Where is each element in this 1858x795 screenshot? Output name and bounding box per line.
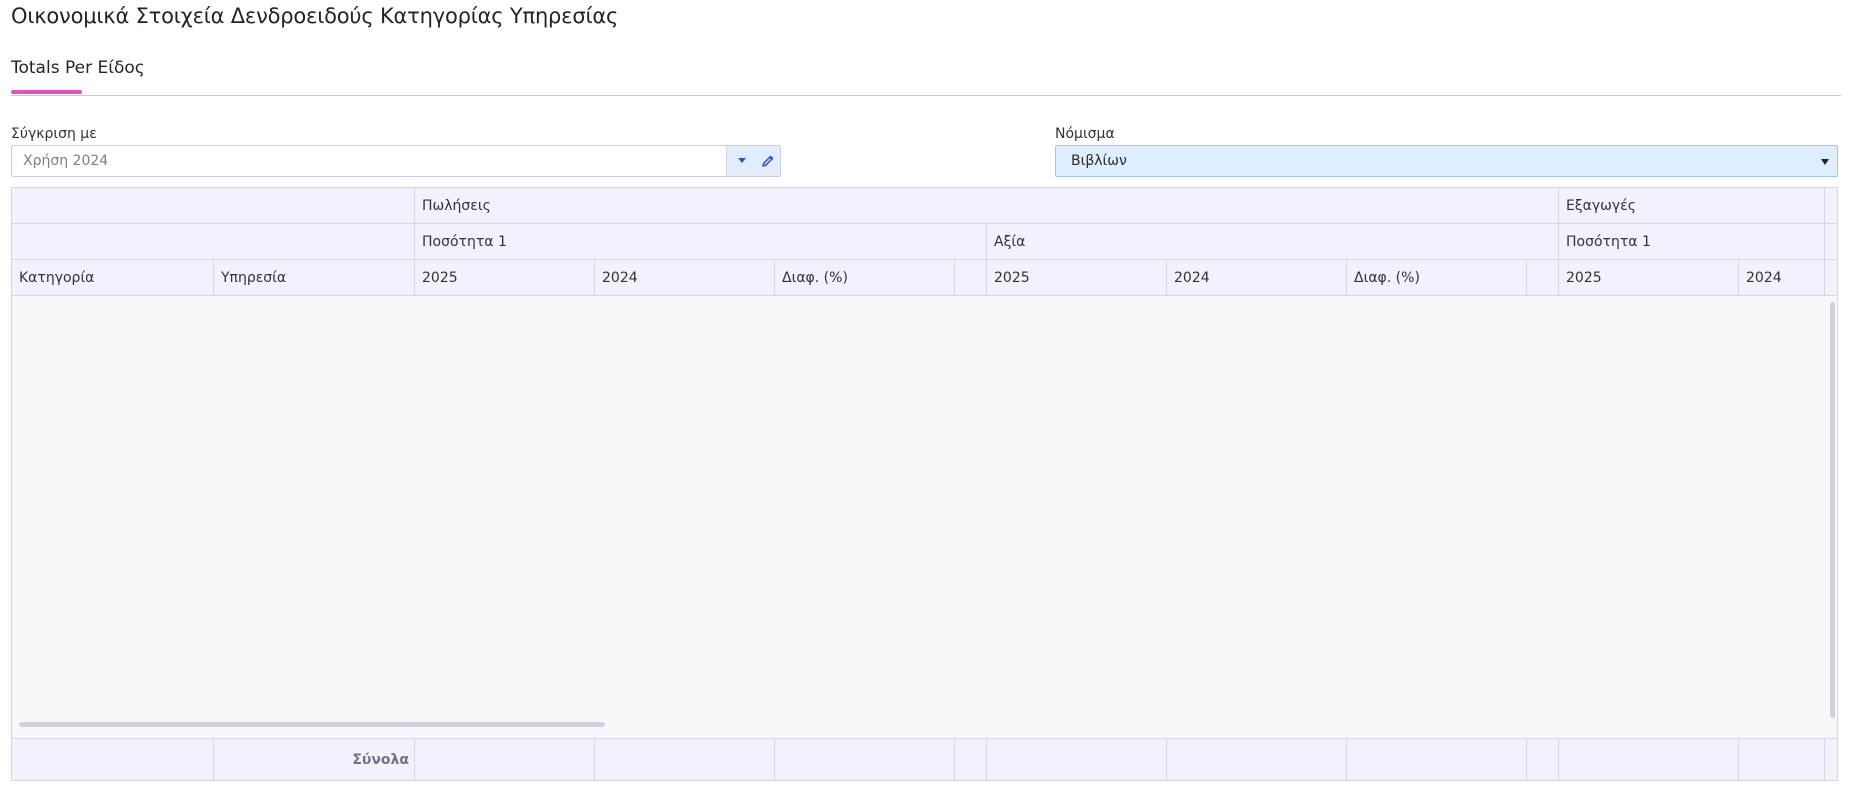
caret-down-icon[interactable] [1821, 159, 1829, 165]
data-grid: Πωλήσεις Εξαγωγές Ποσότητα 1 Αξία Ποσότη… [11, 187, 1838, 781]
currency-value: Βιβλίων [1071, 153, 1127, 169]
totals-cell [1527, 739, 1559, 780]
compare-select[interactable]: Χρήση 2024 [11, 145, 781, 177]
tab-totals-per-eidos[interactable]: Totals Per Είδος [11, 58, 145, 78]
column-header-spacer [1527, 260, 1559, 296]
header-row-subgroups: Ποσότητα 1 Αξία Ποσότητα 1 [12, 224, 1837, 260]
column-header-spacer [955, 260, 987, 296]
totals-cell [987, 739, 1167, 780]
totals-cell [775, 739, 955, 780]
grid-body [12, 296, 1837, 728]
header-sub-sales-value: Αξία [987, 224, 1559, 260]
header-spacer [12, 224, 415, 260]
compare-value: Χρήση 2024 [23, 153, 109, 169]
totals-cell [12, 739, 214, 780]
header-row-columns: Κατηγορία Υπηρεσία 2025 2024 Διαφ. (%) 2… [12, 260, 1837, 296]
currency-label: Νόμισμα [1055, 126, 1115, 142]
pencil-icon[interactable] [760, 153, 776, 169]
page-title: Οικονομικά Στοιχεία Δενδροειδούς Κατηγορ… [11, 4, 619, 28]
vertical-scrollbar[interactable] [1830, 302, 1835, 718]
totals-cell [415, 739, 595, 780]
totals-label: Σύνολα [352, 752, 409, 768]
column-header-sales-qty-2025[interactable]: 2025 [415, 260, 595, 296]
column-header-sales-val-diff[interactable]: Διαφ. (%) [1347, 260, 1527, 296]
totals-cell [1559, 739, 1739, 780]
horizontal-scrollbar[interactable] [19, 722, 605, 727]
column-header-sales-val-2025[interactable]: 2025 [987, 260, 1167, 296]
header-sub-exports-qty: Ποσότητα 1 [1559, 224, 1825, 260]
tab-bar: Totals Per Είδος [11, 58, 1841, 96]
header-row-groups: Πωλήσεις Εξαγωγές [12, 188, 1837, 224]
totals-row: Σύνολα [12, 738, 1837, 780]
totals-cell [1739, 739, 1825, 780]
currency-select[interactable]: Βιβλίων [1055, 145, 1838, 177]
column-header-sales-val-2024[interactable]: 2024 [1167, 260, 1347, 296]
compare-label: Σύγκριση με [11, 126, 97, 142]
column-header-category[interactable]: Κατηγορία [12, 260, 214, 296]
column-header-sales-qty-2024[interactable]: 2024 [595, 260, 775, 296]
caret-down-icon[interactable] [736, 155, 748, 167]
totals-cell [1347, 739, 1527, 780]
header-group-exports: Εξαγωγές [1559, 188, 1825, 224]
totals-cell [595, 739, 775, 780]
compare-actions [726, 146, 780, 176]
totals-cell [955, 739, 987, 780]
header-group-sales: Πωλήσεις [415, 188, 1559, 224]
totals-cell [1167, 739, 1347, 780]
totals-label-cell: Σύνολα [214, 739, 415, 780]
column-header-exports-qty-2024[interactable]: 2024 [1739, 260, 1825, 296]
header-spacer [12, 188, 415, 224]
active-tab-indicator [11, 90, 82, 94]
column-header-exports-qty-2025[interactable]: 2025 [1559, 260, 1739, 296]
header-sub-sales-qty: Ποσότητα 1 [415, 224, 987, 260]
column-header-service[interactable]: Υπηρεσία [214, 260, 415, 296]
column-header-sales-qty-diff[interactable]: Διαφ. (%) [775, 260, 955, 296]
